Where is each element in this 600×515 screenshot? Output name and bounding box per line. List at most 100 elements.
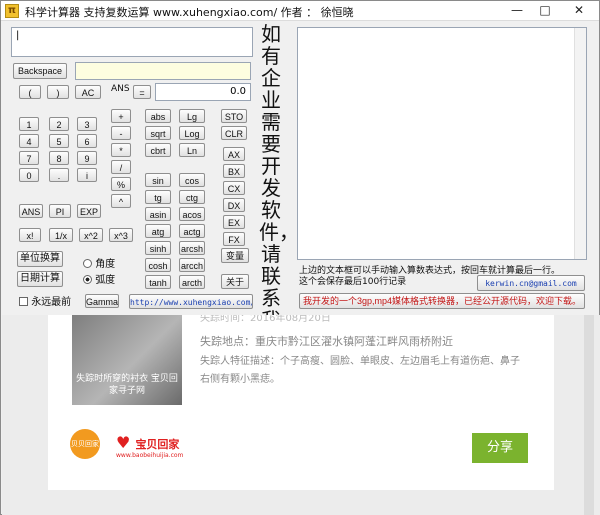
angle-mode-option[interactable]: 角度 [83,255,115,270]
page-scrollbar[interactable] [584,315,594,515]
vertical-ad-text: 如有企业需要开发软件，请联系我 [259,22,299,331]
percent-button[interactable]: % [111,177,131,191]
log-button[interactable]: Log [179,126,205,140]
calculator-panel: | Backspace ( ) AC ANS = 0.0 1 2 3 4 5 6… [7,23,593,331]
minimize-button[interactable]: — [503,1,531,20]
ans-button[interactable]: ANS [19,204,43,218]
sin-button[interactable]: sin [145,173,171,187]
cx-button[interactable]: CX [223,181,245,195]
date-calc-button[interactable]: 日期计算 [17,271,63,287]
dx-button[interactable]: DX [223,198,245,212]
about-button[interactable]: 关于 [221,274,249,289]
digit-7-button[interactable]: 7 [19,151,39,165]
arcch-button[interactable]: arcch [179,258,205,272]
digit-0-button[interactable]: 0 [19,168,39,182]
lg-button[interactable]: Lg [179,109,205,123]
radian-mode-option[interactable]: 弧度 [83,271,115,286]
close-button[interactable]: ✕ [559,1,599,20]
atg-button[interactable]: atg [145,224,171,238]
digit-3-button[interactable]: 3 [77,117,97,131]
imaginary-button[interactable]: i [77,168,97,182]
digit-6-button[interactable]: 6 [77,134,97,148]
ax-button[interactable]: AX [223,147,245,161]
square-button[interactable]: x^2 [79,228,103,242]
always-on-top-checkbox[interactable] [19,297,28,306]
sinh-button[interactable]: sinh [145,241,171,255]
unit-convert-button[interactable]: 单位换算 [17,251,63,267]
history-scrollbar[interactable] [574,28,586,259]
always-on-top-option[interactable]: 永远最前 [19,293,71,308]
plus-button[interactable]: + [111,109,131,123]
heart-icon: ♥ [116,433,131,452]
cbrt-button[interactable]: cbrt [145,143,171,157]
missing-person-card: 失踪时所穿的衬衣 宝贝回家寻子网 失踪时间：2016年08月20日 失踪地点：重… [48,315,554,490]
share-button[interactable]: 分享 [472,433,528,463]
ctg-button[interactable]: ctg [179,190,205,204]
divide-button[interactable]: / [111,160,131,174]
bx-button[interactable]: BX [223,164,245,178]
ln-button[interactable]: Ln [179,143,205,157]
tanh-button[interactable]: tanh [145,275,171,289]
promo-button[interactable]: 我开发的一个3gp,mp4媒体格式转换器，已经公开源代码，欢迎下载。 [299,293,585,309]
cube-button[interactable]: x^3 [109,228,133,242]
maximize-button[interactable]: □ [531,1,559,20]
exp-button[interactable]: EXP [77,204,101,218]
scratch-field[interactable] [75,62,251,80]
baobei-logo-text: 宝贝回家 [135,438,180,451]
open-paren-button[interactable]: ( [19,85,41,99]
baobei-logo: ♥ 宝贝回家 www.baobeihuijia.com [116,433,183,459]
multiply-button[interactable]: * [111,143,131,157]
minus-button[interactable]: - [111,126,131,140]
decimal-button[interactable]: . [49,168,69,182]
power-button[interactable]: ^ [111,194,131,208]
radian-radio[interactable] [83,275,92,284]
cosh-button[interactable]: cosh [145,258,171,272]
equals-button[interactable]: = [133,85,151,99]
email-button[interactable]: kerwin.cn@gmail.com [477,275,585,291]
sto-button[interactable]: STO [221,109,247,123]
angle-mode-label: 角度 [95,259,116,270]
cos-button[interactable]: cos [179,173,205,187]
ex-button[interactable]: EX [223,215,245,229]
digit-4-button[interactable]: 4 [19,134,39,148]
history-textarea[interactable] [297,27,587,260]
tg-button[interactable]: tg [145,190,171,204]
app-icon: π [5,4,19,18]
clothing-photo: 失踪时所穿的衬衣 宝贝回家寻子网 [72,315,182,405]
digit-1-button[interactable]: 1 [19,117,39,131]
baobei-logo-url: www.baobeihuijia.com [116,452,184,459]
photo-caption: 失踪时所穿的衬衣 宝贝回家寻子网 [76,374,178,396]
arcsh-button[interactable]: arcsh [179,241,205,255]
website-link-button[interactable]: http://www.xuhengxiao.com/ [129,294,253,309]
result-field: 0.0 [155,83,251,101]
close-paren-button[interactable]: ) [47,85,69,99]
asin-button[interactable]: asin [145,207,171,221]
partial-date-line: 失踪时间：2016年08月20日 [200,315,331,324]
promo-text: 我开发的一个3gp,mp4媒体格式转换器，已经公开源代码，欢迎下载。 [302,296,582,306]
angle-radio[interactable] [83,259,92,268]
factorial-button[interactable]: x! [19,228,41,242]
actg-button[interactable]: actg [179,224,205,238]
fx-button[interactable]: FX [223,232,245,246]
digit-8-button[interactable]: 8 [49,151,69,165]
sqrt-button[interactable]: sqrt [145,126,171,140]
beibei-logo: 贝贝回家 [70,429,100,459]
variable-button[interactable]: 变量 [221,248,249,263]
ac-button[interactable]: AC [75,85,101,99]
gamma-button[interactable]: Gamma [85,294,119,308]
clr-button[interactable]: CLR [221,126,247,140]
reciprocal-button[interactable]: 1/x [49,228,73,242]
backspace-button[interactable]: Backspace [13,63,67,79]
title-bar: π 科学计算器 支持复数运算 www.xuhengxiao.com/ 作者 ： … [1,1,599,21]
pi-button[interactable]: PI [49,204,71,218]
digit-5-button[interactable]: 5 [49,134,69,148]
calculator-window: π 科学计算器 支持复数运算 www.xuhengxiao.com/ 作者 ： … [0,0,600,515]
abs-button[interactable]: abs [145,109,171,123]
acos-button[interactable]: acos [179,207,205,221]
expression-input[interactable]: | [11,27,253,57]
features-line: 失踪人特征描述：个子高瘦、圆脸、单眼皮、左边眉毛上有道伤疤、鼻子右侧有颗小黑痣。 [200,356,520,385]
digit-2-button[interactable]: 2 [49,117,69,131]
arcth-button[interactable]: arcth [179,275,205,289]
hint-line-2: 这个会保存最后100行记录 [299,277,407,287]
digit-9-button[interactable]: 9 [77,151,97,165]
